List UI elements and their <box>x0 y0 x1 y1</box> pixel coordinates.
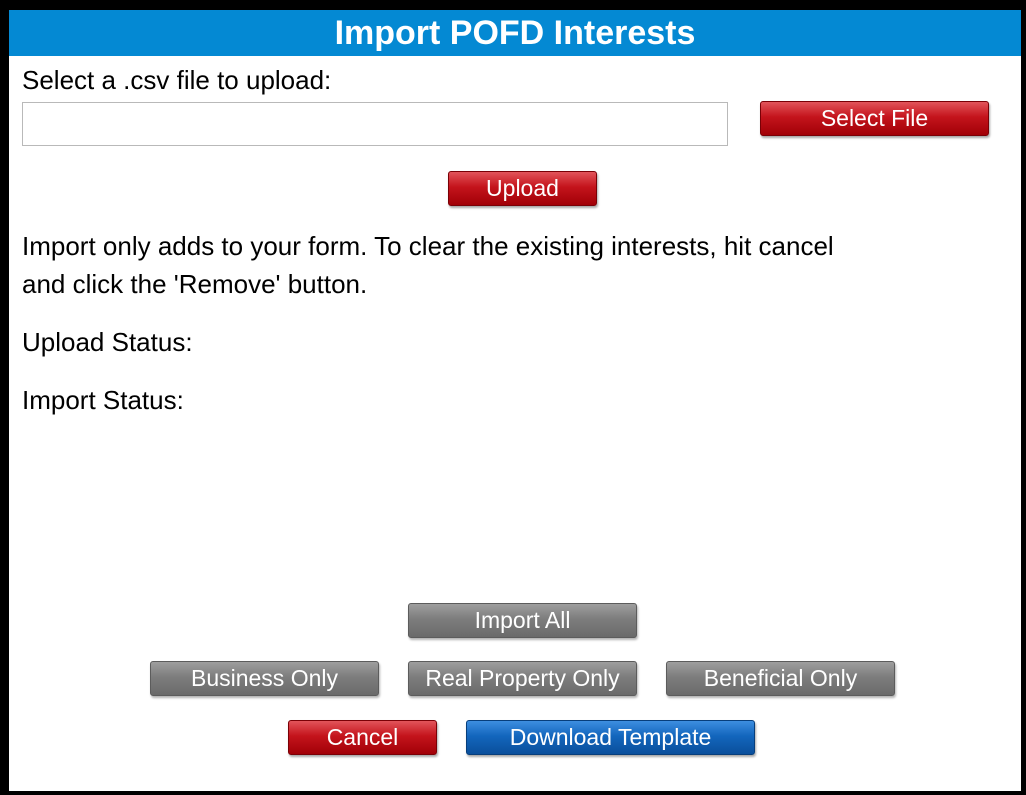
select-file-prompt: Select a .csv file to upload: <box>22 65 332 95</box>
download-template-button[interactable]: Download Template <box>466 720 755 755</box>
cancel-button[interactable]: Cancel <box>288 720 437 755</box>
import-status-label: Import Status: <box>22 385 184 415</box>
import-all-button[interactable]: Import All <box>408 603 637 638</box>
upload-status-label: Upload Status: <box>22 327 193 357</box>
select-file-button[interactable]: Select File <box>760 101 989 136</box>
real-property-only-button[interactable]: Real Property Only <box>408 661 637 696</box>
file-path-field[interactable] <box>22 102 728 146</box>
dialog-title: Import POFD Interests <box>9 10 1021 56</box>
info-text-line1: Import only adds to your form. To clear … <box>22 231 834 261</box>
business-only-button[interactable]: Business Only <box>150 661 379 696</box>
beneficial-only-button[interactable]: Beneficial Only <box>666 661 895 696</box>
info-text-line2: and click the 'Remove' button. <box>22 269 368 299</box>
upload-button[interactable]: Upload <box>448 171 597 206</box>
